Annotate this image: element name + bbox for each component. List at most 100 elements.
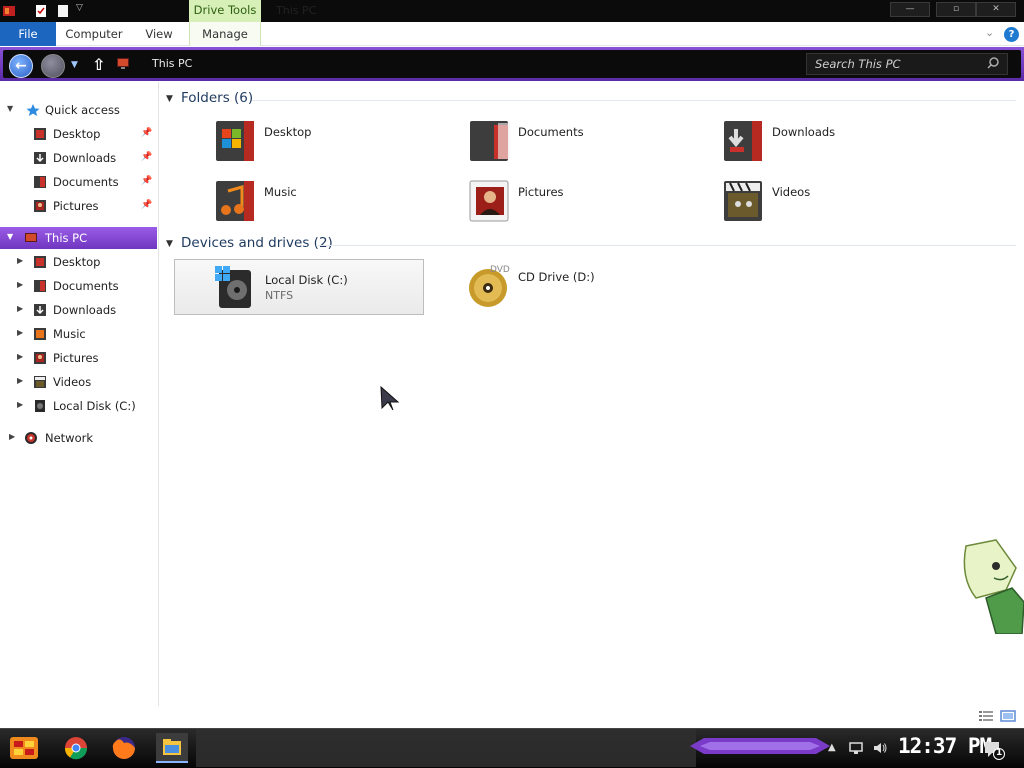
chrome-icon[interactable]	[60, 733, 92, 763]
drive-name: Local Disk (C:)	[265, 273, 348, 287]
folders-group-header[interactable]: ▼ Folders (6)	[166, 90, 1016, 110]
file-explorer-taskbar-button[interactable]	[156, 733, 188, 763]
downloads-folder-icon	[34, 304, 46, 316]
folder-tile-desktop[interactable]: Desktop	[214, 117, 454, 173]
nav-pc-music[interactable]: ▶ Music	[0, 323, 157, 345]
documents-folder-icon	[34, 176, 46, 188]
tab-manage[interactable]: Manage	[189, 22, 261, 46]
folder-name: Pictures	[518, 185, 564, 199]
folder-tile-pictures[interactable]: Pictures	[468, 177, 708, 233]
desktop-folder-icon	[34, 256, 46, 268]
folder-tile-videos[interactable]: Videos	[722, 177, 962, 233]
nav-label: Documents	[53, 279, 119, 293]
title-bar: ▽ Drive Tools This PC — ▫ ✕	[0, 0, 1024, 22]
folder-tile-downloads[interactable]: Downloads	[722, 117, 962, 173]
search-icon[interactable]	[986, 56, 1000, 70]
action-center-button[interactable]: 1	[984, 740, 1006, 760]
nav-quick-pictures[interactable]: Pictures 📌	[0, 195, 157, 217]
show-hidden-icons-chevron-icon[interactable]: ▲	[828, 742, 836, 753]
properties-icon[interactable]	[34, 4, 48, 18]
tab-computer[interactable]: Computer	[62, 22, 126, 46]
drive-tile-cd-drive[interactable]: DVD CD Drive (D:)	[468, 262, 708, 318]
customize-toolbar-chevron-icon[interactable]: ▽	[76, 3, 83, 13]
expand-chevron-icon[interactable]: ▶	[17, 256, 23, 265]
back-button[interactable]: ←	[9, 54, 33, 78]
address-path[interactable]: This PC	[152, 57, 192, 70]
new-folder-icon[interactable]	[56, 4, 70, 18]
expand-chevron-icon[interactable]: ▶	[17, 352, 23, 361]
recent-locations-chevron-icon[interactable]: ▼	[71, 60, 78, 70]
help-icon[interactable]: ?	[1004, 27, 1019, 42]
nav-label: Videos	[53, 375, 92, 389]
nav-quick-documents[interactable]: Documents 📌	[0, 171, 157, 193]
this-pc-icon	[25, 233, 37, 242]
maximize-button[interactable]: ▫	[936, 2, 976, 17]
nav-label: Downloads	[53, 151, 117, 165]
expand-chevron-icon[interactable]: ▶	[9, 432, 15, 441]
expand-chevron-icon[interactable]: ▶	[17, 280, 23, 289]
network-tray-icon[interactable]	[848, 741, 864, 755]
nav-pc-local-disk[interactable]: ▶ Local Disk (C:)	[0, 395, 157, 417]
firefox-icon[interactable]	[108, 733, 140, 763]
nav-label: Quick access	[45, 103, 120, 117]
drive-tile-local-disk[interactable]: Local Disk (C:) NTFS	[174, 259, 424, 315]
explorer-app-icon	[3, 6, 15, 16]
nav-label: Documents	[53, 175, 119, 189]
drive-tools-context-tab[interactable]: Drive Tools	[189, 0, 261, 22]
collapse-group-chevron-icon[interactable]: ▼	[166, 94, 173, 104]
nav-pc-pictures[interactable]: ▶ Pictures	[0, 347, 157, 369]
address-field[interactable]	[110, 51, 786, 77]
up-button[interactable]: ⇧	[92, 55, 105, 74]
nav-quick-downloads[interactable]: Downloads 📌	[0, 147, 157, 169]
downloads-folder-icon	[724, 121, 762, 161]
close-button[interactable]: ✕	[976, 2, 1016, 17]
start-button-icon[interactable]	[8, 733, 40, 763]
desktop-folder-icon	[34, 128, 46, 140]
nav-this-pc[interactable]: ▼ This PC	[0, 227, 157, 249]
pin-icon[interactable]: 📌	[141, 176, 152, 186]
collapse-chevron-icon[interactable]: ▼	[7, 232, 13, 241]
folder-name: Music	[264, 185, 297, 199]
folder-name: Documents	[518, 125, 584, 139]
tab-file[interactable]: File	[0, 22, 56, 46]
volume-icon[interactable]	[872, 741, 888, 755]
forward-button[interactable]	[41, 54, 65, 78]
star-icon	[26, 104, 40, 116]
search-placeholder[interactable]: Search This PC	[815, 57, 901, 71]
nav-pc-videos[interactable]: ▶ Videos	[0, 371, 157, 393]
nav-label: Music	[53, 327, 86, 341]
large-icons-view-icon[interactable]	[1000, 710, 1016, 722]
window-title: This PC	[276, 4, 317, 17]
nav-quick-access[interactable]: ▼ Quick access	[0, 99, 157, 121]
folder-tile-music[interactable]: Music	[214, 177, 454, 233]
group-divider	[316, 245, 1016, 246]
nav-quick-desktop[interactable]: Desktop 📌	[0, 123, 157, 145]
pin-icon[interactable]: 📌	[141, 200, 152, 210]
nav-pc-downloads[interactable]: ▶ Downloads	[0, 299, 157, 321]
expand-chevron-icon[interactable]: ▶	[17, 328, 23, 337]
devices-group-header[interactable]: ▼ Devices and drives (2)	[166, 235, 1016, 255]
nav-label: Pictures	[53, 199, 99, 213]
expand-chevron-icon[interactable]: ▶	[17, 304, 23, 313]
expand-chevron-icon[interactable]: ▶	[17, 376, 23, 385]
nav-pc-desktop[interactable]: ▶ Desktop	[0, 251, 157, 273]
minimize-button[interactable]: —	[890, 2, 930, 17]
collapse-group-chevron-icon[interactable]: ▼	[166, 239, 173, 249]
nav-label: This PC	[45, 231, 88, 245]
expand-ribbon-chevron-icon[interactable]: ⌄	[985, 26, 994, 39]
desktop-mascot-character	[963, 539, 1024, 634]
details-view-icon[interactable]	[978, 710, 994, 722]
tab-view[interactable]: View	[138, 22, 180, 46]
folder-name: Desktop	[264, 125, 312, 139]
hard-drive-icon	[35, 400, 45, 412]
mouse-cursor-icon	[380, 386, 400, 411]
taskbar-clock[interactable]: 12:37 PM	[898, 734, 992, 758]
nav-network[interactable]: ▶ Network	[0, 427, 157, 449]
pin-icon[interactable]: 📌	[141, 152, 152, 162]
pin-icon[interactable]: 📌	[141, 128, 152, 138]
nav-pc-documents[interactable]: ▶ Documents	[0, 275, 157, 297]
pictures-folder-icon	[34, 200, 46, 212]
folder-tile-documents[interactable]: Documents	[468, 117, 708, 173]
expand-chevron-icon[interactable]: ▶	[17, 400, 23, 409]
collapse-chevron-icon[interactable]: ▼	[7, 104, 13, 113]
